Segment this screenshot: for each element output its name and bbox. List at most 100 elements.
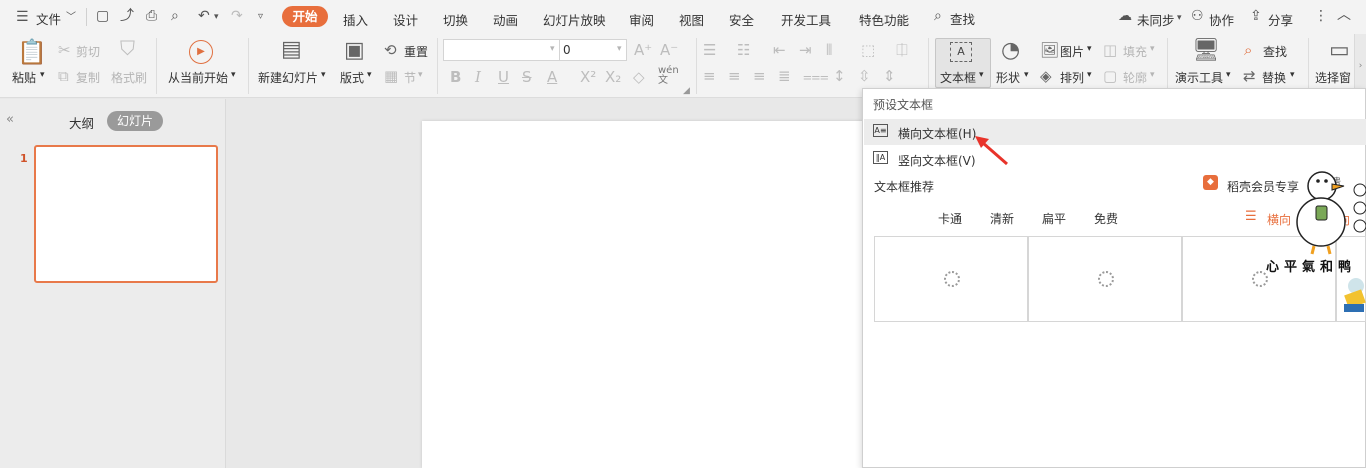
- textbox-template-card[interactable]: [874, 236, 1028, 322]
- shape-icon[interactable]: ◔: [1001, 40, 1020, 62]
- search-icon[interactable]: ⌕: [934, 9, 942, 23]
- reset-icon[interactable]: ⟲: [384, 42, 397, 58]
- arrange-button[interactable]: 排列: [1060, 69, 1084, 86]
- present-tools-icon[interactable]: 🖥: [1192, 40, 1220, 62]
- picture-icon[interactable]: 🖼: [1040, 42, 1059, 58]
- category-cartoon[interactable]: 卡通: [938, 210, 962, 227]
- hamburger-icon[interactable]: ☰: [16, 10, 29, 24]
- search-label[interactable]: 查找: [950, 9, 975, 28]
- chevron-down-icon[interactable]: ▾: [550, 44, 555, 54]
- from-current-dropdown-icon[interactable]: ▾: [231, 70, 236, 80]
- tab-insert[interactable]: 插入: [343, 10, 368, 29]
- decrease-indent-icon: ⇤: [773, 41, 786, 59]
- cloud-icon[interactable]: ☁: [1118, 9, 1132, 23]
- fill-icon: ◫: [1103, 41, 1118, 59]
- save-icon[interactable]: ▢: [96, 9, 109, 23]
- find-button[interactable]: 查找: [1263, 43, 1287, 60]
- textbox-template-card[interactable]: [1028, 236, 1182, 322]
- category-free[interactable]: 免费: [1094, 210, 1118, 227]
- shape-button[interactable]: 形状: [996, 69, 1020, 86]
- font-dialog-launcher-icon[interactable]: ◢: [683, 86, 690, 96]
- export-icon[interactable]: ⤴: [120, 9, 134, 23]
- replace-dropdown-icon[interactable]: ▾: [1290, 70, 1295, 80]
- replace-button[interactable]: 替换: [1262, 69, 1286, 86]
- chevron-down-icon[interactable]: ﹀: [66, 11, 76, 25]
- present-tools-button[interactable]: 演示工具: [1175, 69, 1223, 86]
- divider: [1308, 38, 1309, 94]
- font-name-combo[interactable]: [443, 39, 560, 61]
- paste-dropdown-icon[interactable]: ▾: [40, 70, 45, 80]
- underline-icon: U: [498, 68, 509, 86]
- customize-icon[interactable]: ▿: [258, 10, 263, 24]
- print-preview-icon[interactable]: ⌕: [171, 9, 179, 23]
- layout-icon[interactable]: ▣: [344, 40, 365, 62]
- redo-icon[interactable]: ↷: [231, 9, 243, 23]
- horizontal-textbox-option[interactable]: A≡ 横向文本框(H): [864, 119, 1366, 145]
- tab-outline[interactable]: 大纲: [69, 113, 94, 132]
- picture-dropdown-icon[interactable]: ▾: [1087, 44, 1092, 54]
- format-painter-button: 格式刷: [111, 71, 148, 85]
- tab-view[interactable]: 视图: [679, 10, 704, 29]
- select-pane-button[interactable]: 选择窗: [1315, 69, 1351, 86]
- play-icon[interactable]: ▶: [189, 40, 213, 64]
- arrange-icon[interactable]: ◈: [1040, 68, 1052, 84]
- layout-button[interactable]: 版式: [340, 69, 364, 86]
- picture-button[interactable]: 图片: [1060, 43, 1084, 60]
- select-pane-icon[interactable]: ▭: [1329, 40, 1350, 62]
- paste-icon[interactable]: 📋: [17, 40, 47, 64]
- tab-slideshow[interactable]: 幻灯片放映: [543, 10, 606, 29]
- clear-format-icon: ◇: [633, 68, 645, 86]
- reset-button[interactable]: 重置: [404, 43, 428, 60]
- tab-animation[interactable]: 动画: [493, 10, 518, 29]
- sync-status[interactable]: 未同步: [1137, 10, 1175, 29]
- slide-page[interactable]: [422, 121, 863, 468]
- arrange-dropdown-icon[interactable]: ▾: [1087, 70, 1092, 80]
- share-button[interactable]: 分享: [1268, 10, 1293, 29]
- tab-review[interactable]: 审阅: [629, 10, 654, 29]
- file-menu[interactable]: 文件: [36, 9, 61, 28]
- editing-canvas: [227, 99, 863, 468]
- textbox-button[interactable]: 文本框: [940, 69, 976, 86]
- more-icon[interactable]: ⋮: [1314, 9, 1328, 23]
- new-slide-dropdown-icon[interactable]: ▾: [321, 70, 326, 80]
- chevron-down-icon[interactable]: ▾: [1177, 11, 1182, 25]
- chevron-down-icon[interactable]: ▾: [617, 44, 622, 54]
- font-size-value[interactable]: 0: [563, 43, 571, 57]
- layout-dropdown-icon[interactable]: ▾: [367, 70, 372, 80]
- tab-slides[interactable]: 幻灯片: [107, 111, 163, 131]
- collaborate-icon[interactable]: ⚇: [1191, 9, 1204, 23]
- new-slide-icon[interactable]: ▤: [281, 39, 302, 61]
- duck-mascot-icon: [1296, 171, 1366, 255]
- tab-developer[interactable]: 开发工具: [781, 10, 831, 29]
- sort-icon[interactable]: ☰: [1245, 209, 1257, 224]
- from-current-button[interactable]: 从当前开始: [168, 69, 228, 86]
- category-fresh[interactable]: 清新: [990, 210, 1014, 227]
- tab-home[interactable]: 开始: [282, 6, 328, 27]
- align-text-icon: ⎅: [896, 41, 909, 59]
- print-icon[interactable]: ⎙: [146, 9, 157, 23]
- slide-thumbnail[interactable]: [34, 145, 218, 283]
- replace-icon[interactable]: ⇄: [1243, 68, 1256, 84]
- new-slide-button[interactable]: 新建幻灯片: [258, 69, 318, 86]
- collapse-pane-icon[interactable]: «: [6, 112, 14, 127]
- undo-icon[interactable]: ↶: [198, 9, 210, 23]
- present-tools-dropdown-icon[interactable]: ▾: [1226, 70, 1231, 80]
- collaborate-button[interactable]: 协作: [1209, 10, 1234, 29]
- shape-dropdown-icon[interactable]: ▾: [1024, 70, 1029, 80]
- find-icon[interactable]: ⌕: [1244, 42, 1252, 58]
- outline-icon: ▢: [1103, 67, 1118, 85]
- textbox-icon[interactable]: A: [950, 42, 972, 62]
- tab-design[interactable]: 设计: [393, 10, 418, 29]
- category-flat[interactable]: 扁平: [1042, 210, 1066, 227]
- tab-special[interactable]: 特色功能: [859, 10, 909, 29]
- paragraph-spacing-icon: ⇳: [858, 67, 871, 85]
- textbox-dropdown-icon[interactable]: ▾: [979, 70, 984, 80]
- undo-dropdown-icon[interactable]: ▾: [214, 10, 219, 24]
- shrink-font-icon: A⁻: [660, 41, 679, 59]
- tab-security[interactable]: 安全: [729, 10, 754, 29]
- paste-button[interactable]: 粘贴: [12, 69, 36, 86]
- share-icon[interactable]: ⇪: [1250, 9, 1262, 23]
- collapse-ribbon-icon[interactable]: ︿: [1337, 8, 1351, 22]
- align-center-icon: ≡: [728, 67, 741, 85]
- tab-transition[interactable]: 切换: [443, 10, 468, 29]
